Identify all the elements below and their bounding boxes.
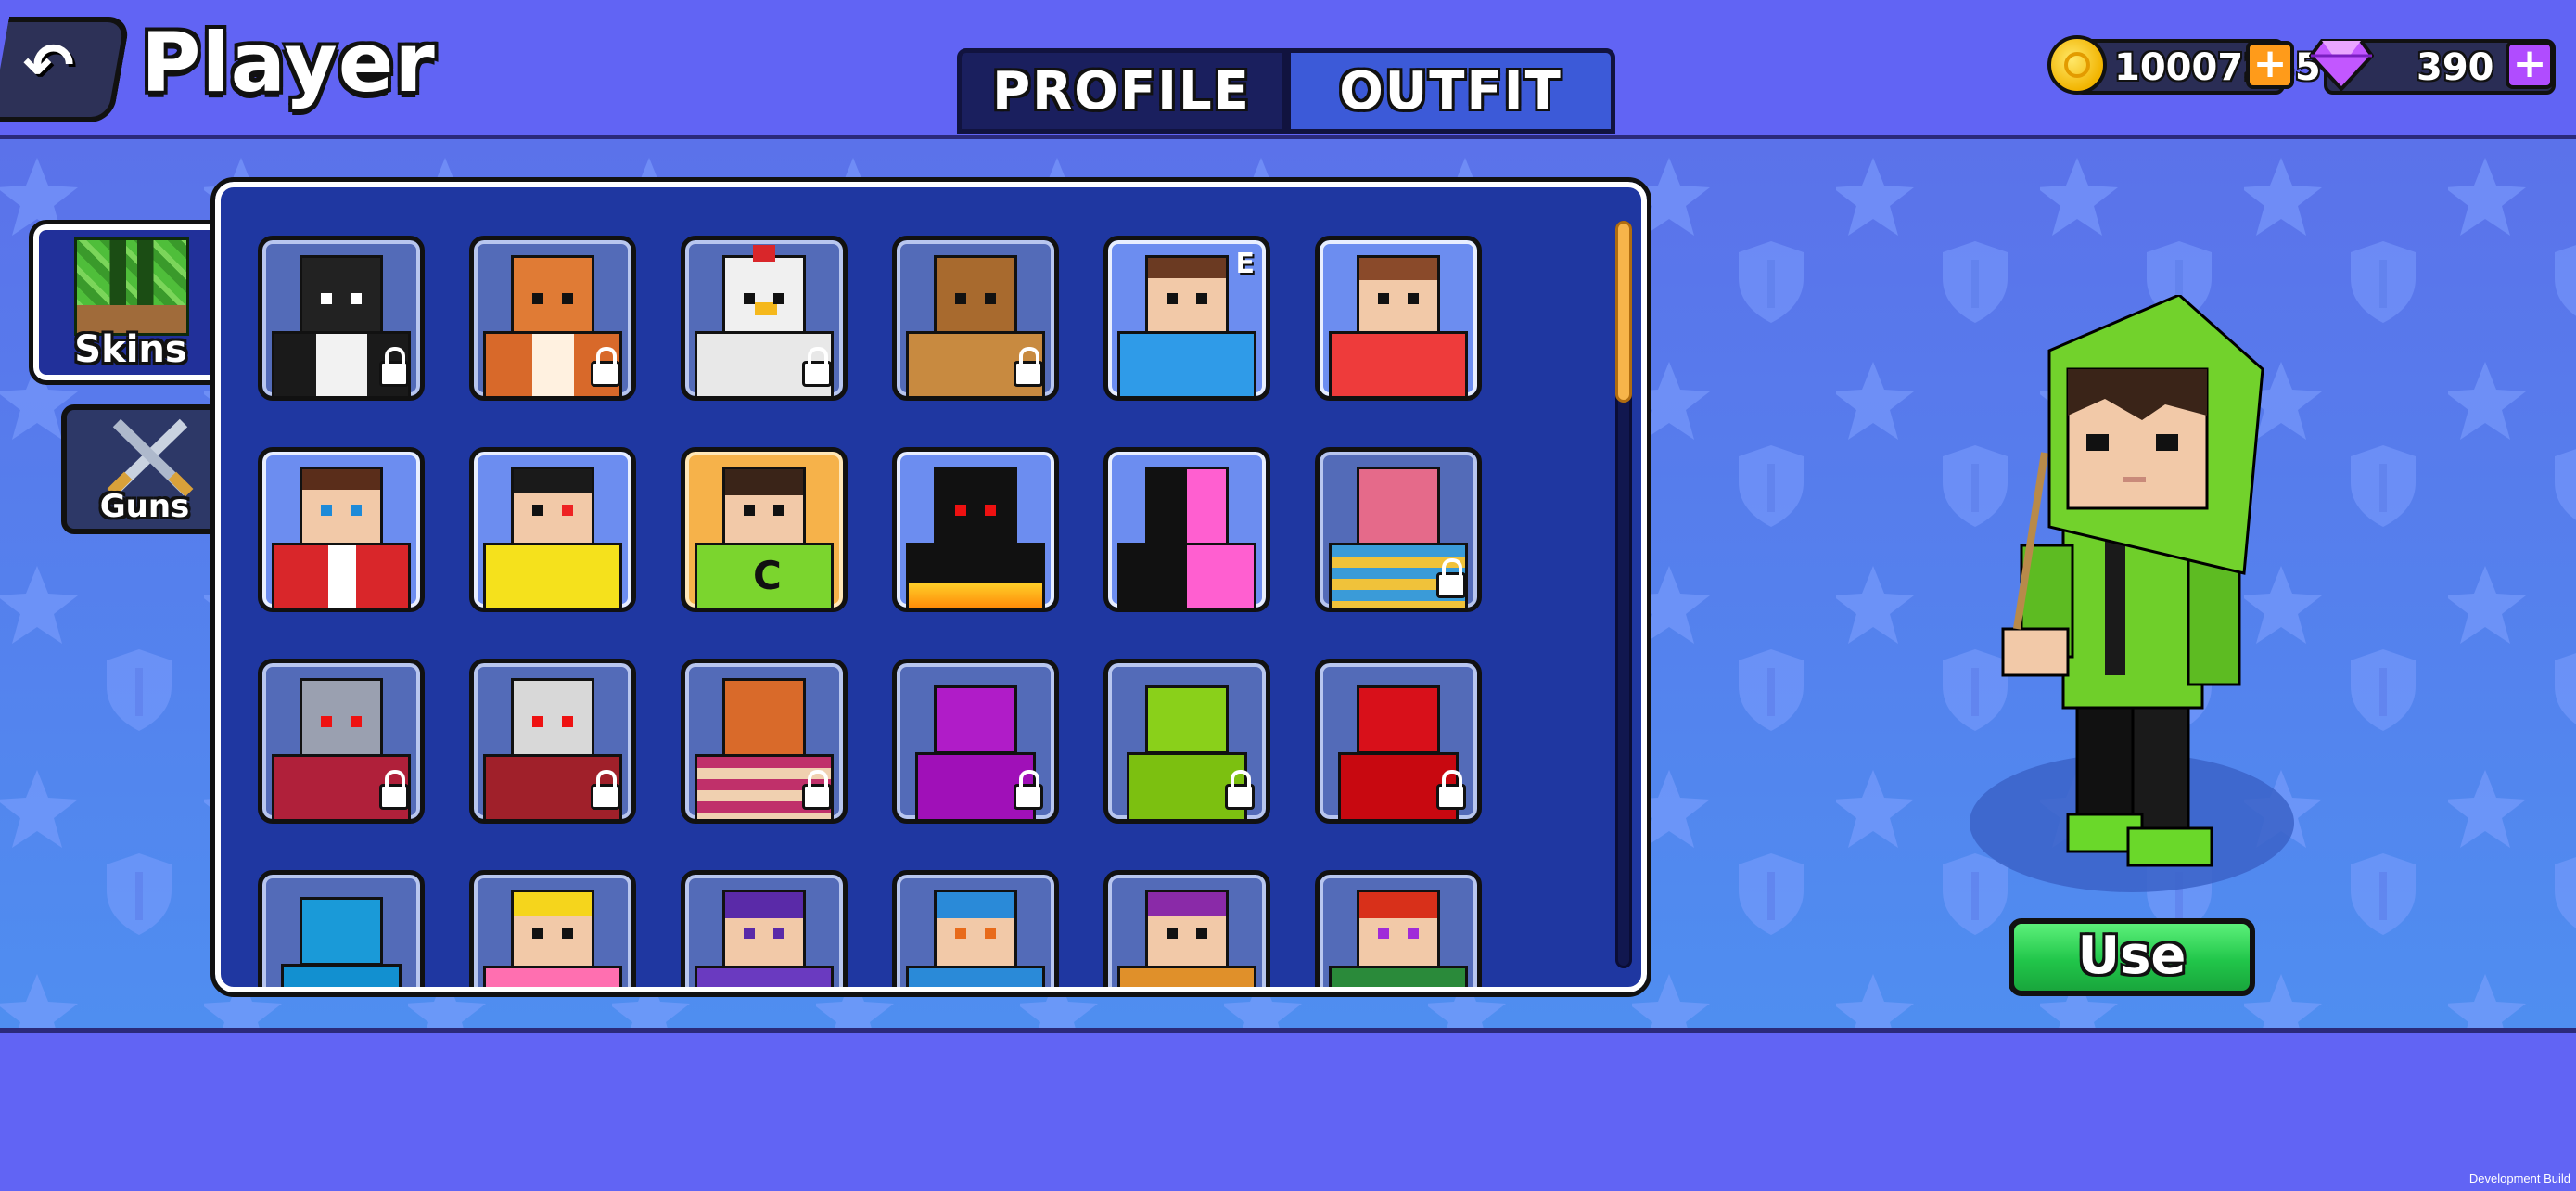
skin-card-penguin[interactable] [258,236,425,401]
lock-icon [802,347,832,387]
skin-card-purple-crown-girl[interactable] [1103,870,1270,987]
page-title: Player [141,15,436,110]
development-build-label: Development Build [2468,1172,2570,1185]
skin-body [483,543,622,608]
skin-card-boy-red-jacket[interactable] [258,447,425,612]
skin-body [483,966,622,987]
skin-head [511,890,594,969]
skin-head [1357,890,1440,969]
skin-card-blue-hair-girl[interactable] [892,870,1059,987]
gems-value: 390 [2417,46,2494,89]
hoodie-letter: C [753,553,782,598]
skin-card-girl-red-shirt[interactable] [1315,236,1482,401]
skin-head [934,467,1017,546]
side-tab-skins[interactable]: Skins [29,220,233,385]
skin-card-crab-king[interactable] [681,659,848,824]
skin-card-pink-duck-girl[interactable] [469,870,636,987]
skin-card-toy-monster[interactable] [1315,447,1482,612]
skin-card-green-hoodie[interactable]: C [681,447,848,612]
creeper-head-icon [74,237,189,336]
skin-head [1357,467,1440,546]
skin-card-boy-blue-shirt[interactable]: E [1103,236,1270,401]
skin-card-purple-hair-girl[interactable] [681,870,848,987]
skin-body: C [695,543,834,608]
add-coins-button[interactable]: + [2246,41,2294,89]
skin-head [511,255,594,335]
skin-card-fox[interactable] [469,236,636,401]
skins-scrollbar-thumb[interactable] [1615,221,1632,403]
skin-body [272,543,411,608]
skin-body [695,966,834,987]
block-top [1145,685,1229,754]
skin-card-blue-block[interactable] [258,870,425,987]
skin-head [1145,467,1229,546]
bottom-bar [0,1033,2576,1191]
skin-card-boy-yellow-smile[interactable] [469,447,636,612]
side-tab-guns[interactable]: Guns [61,404,228,534]
skin-body [1329,966,1468,987]
skin-card-red-block[interactable] [1315,659,1482,824]
skin-badge: E [1235,248,1256,280]
skin-head [722,245,806,335]
add-gems-button[interactable]: + [2506,41,2554,89]
skin-card-skeleton-king[interactable] [469,659,636,824]
lock-icon [1014,770,1043,810]
lock-icon [1014,347,1043,387]
side-tab-guns-label: Guns [99,488,190,525]
tab-profile[interactable]: PROFILE [957,48,1286,134]
skin-body [906,966,1045,987]
skin-head [511,467,594,546]
lock-icon [802,770,832,810]
skin-head [722,678,806,758]
skin-body [1329,331,1468,396]
skin-head [511,678,594,758]
lock-icon [379,347,409,387]
side-tab-skins-label: Skins [74,328,187,371]
lock-icon [379,770,409,810]
use-button[interactable]: Use [2009,918,2255,996]
skin-card-chicken[interactable] [681,236,848,401]
back-arrow-icon: ↶ [22,30,75,101]
lock-icon [591,770,620,810]
skin-head [300,678,383,758]
skin-card-red-hair-girl[interactable] [1315,870,1482,987]
skins-panel: E C [210,177,1651,997]
skin-head [1145,890,1229,969]
skin-card-lime-block[interactable] [1103,659,1270,824]
block-top [1357,685,1440,754]
header-tabs: PROFILE OUTFIT [957,48,1619,139]
lock-icon [1436,558,1466,598]
skin-card-robot-king[interactable] [258,659,425,824]
tab-outfit[interactable]: OUTFIT [1286,48,1615,134]
block-top [300,897,383,966]
gem-icon [2309,39,2374,91]
lock-icon [591,347,620,387]
skin-card-purple-block[interactable] [892,659,1059,824]
skin-card-pink-black[interactable] [1103,447,1270,612]
block-top [934,685,1017,754]
lock-icon [1436,770,1466,810]
skin-body [1117,543,1256,608]
lock-icon [1225,770,1255,810]
skin-body [1117,331,1256,396]
skin-head [1145,255,1229,335]
skin-body [906,543,1045,608]
skin-card-lion[interactable] [892,236,1059,401]
block-bottom [281,964,402,987]
skin-head [934,890,1017,969]
character-preview[interactable] [1966,295,2281,889]
back-button[interactable]: ↶ [0,17,132,122]
skin-head [1357,255,1440,335]
skin-head [934,255,1017,335]
skin-head [722,890,806,969]
skin-head [722,467,806,546]
skin-head [300,467,383,546]
skin-head [300,255,383,335]
coin-icon [2047,35,2107,95]
skin-body [1117,966,1256,987]
skin-card-black-flame[interactable] [892,447,1059,612]
